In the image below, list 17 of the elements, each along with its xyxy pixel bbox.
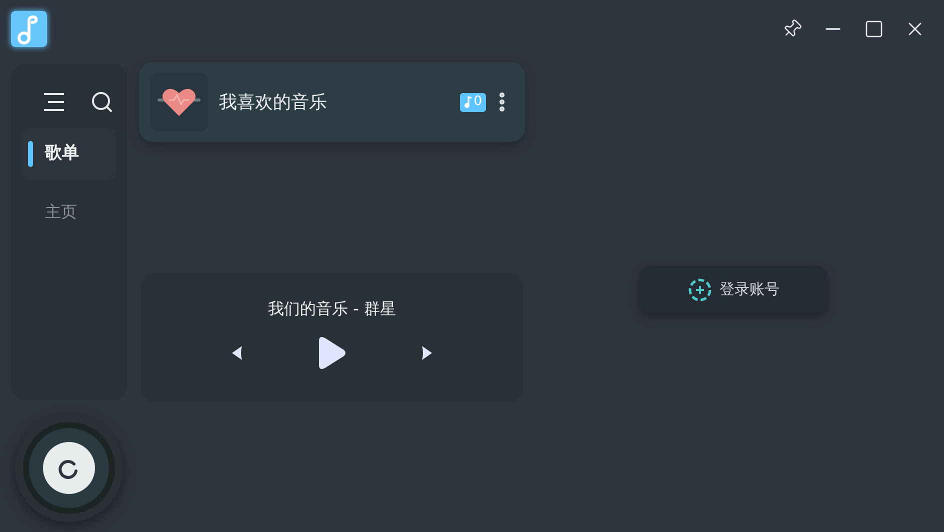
app-logo-icon [11, 11, 47, 47]
playlist-card[interactable]: 我喜欢的音乐 0 [139, 62, 525, 142]
track-title: 我们的音乐 - 群星 [268, 298, 396, 320]
previous-icon[interactable] [230, 344, 244, 362]
song-count-badge: 0 [460, 92, 486, 112]
maximize-icon[interactable] [864, 19, 884, 39]
add-circle-icon [688, 278, 712, 302]
login-button[interactable]: 登录账号 [640, 266, 827, 313]
sidebar-item[interactable]: 主页 [22, 186, 116, 238]
menu-icon[interactable] [42, 92, 66, 112]
playlist-title: 我喜欢的音乐 [219, 90, 328, 114]
note-icon [464, 96, 472, 108]
play-icon[interactable] [316, 335, 348, 371]
search-icon[interactable] [90, 90, 114, 114]
sidebar-item[interactable]: 歌单 [22, 128, 116, 180]
loading-icon [43, 442, 95, 494]
next-icon[interactable] [420, 344, 434, 362]
